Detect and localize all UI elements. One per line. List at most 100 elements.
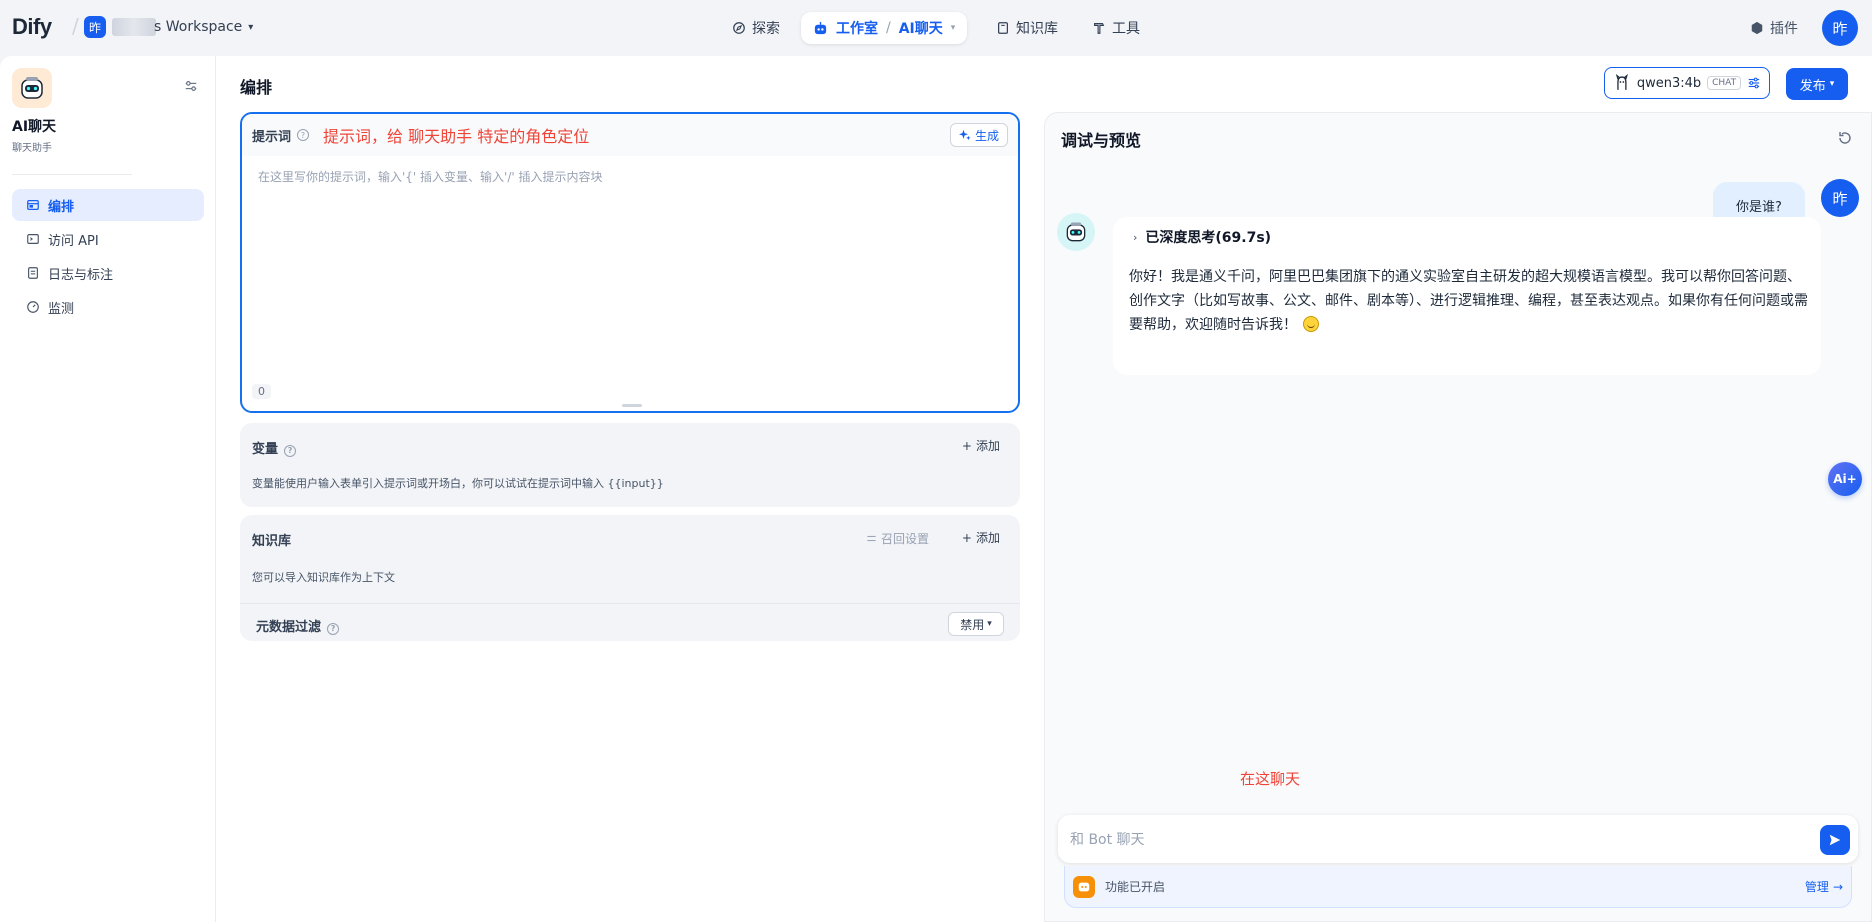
thinking-toggle[interactable]: › 已深度思考(69.7s) — [1133, 227, 1271, 247]
feature-status: 功能已开启 — [1105, 880, 1166, 894]
sidebar-menu: 编排 访问 API 日志与标注 监测 — [12, 189, 204, 325]
top-navigation-bar: Dify / 昨 s Workspace ▾ 探索 工作室 / AI聊天 ▾ 知… — [0, 0, 1872, 56]
help-icon[interactable]: ? — [284, 444, 297, 457]
manage-features-link[interactable]: 管理 → — [1805, 878, 1843, 895]
variables-description: 变量能使用户输入表单引入提示词或开场白，你可以试试在提示词中输入 {{input… — [252, 477, 664, 490]
workspace-name: s Workspace — [154, 19, 243, 35]
nav-tools-label: 工具 — [1112, 21, 1140, 37]
llama-icon — [1615, 74, 1628, 90]
prompt-editor[interactable]: 提示词 ? 提示词，给 聊天助手 特定的角色定位 生成 在这里写你的提示词，输入… — [240, 112, 1020, 413]
prompt-label: 提示词 — [252, 129, 292, 145]
app-name: AI聊天 — [12, 119, 57, 135]
breadcrumb-separator: / — [886, 20, 891, 36]
user-avatar[interactable]: 昨 — [1822, 10, 1858, 46]
chevron-down-icon: ▾ — [987, 619, 992, 629]
robot-icon — [814, 21, 827, 34]
settings-sliders-icon[interactable] — [184, 79, 198, 93]
plus-icon: + — [961, 530, 972, 545]
cube-icon — [1751, 21, 1763, 35]
dify-logo[interactable]: Dify — [12, 14, 52, 40]
resize-handle[interactable] — [622, 404, 642, 407]
workspace-switcher[interactable]: 昨 s Workspace ▾ — [84, 16, 253, 38]
page-title: 编排 — [240, 78, 273, 97]
metadata-filter-value: 禁用 — [960, 617, 985, 632]
add-knowledge-button[interactable]: + 添加 — [962, 529, 1000, 546]
chevron-down-icon: ▾ — [1829, 79, 1835, 89]
prompt-annotation: 提示词，给 聊天助手 特定的角色定位 — [323, 127, 590, 146]
chevron-right-icon: › — [1133, 230, 1138, 244]
variables-title: 变量? — [252, 438, 297, 457]
feature-bar: 功能已开启 管理 → — [1064, 866, 1852, 908]
arrow-right-icon: → — [1832, 879, 1843, 894]
sidebar-item-api[interactable]: 访问 API — [12, 223, 204, 255]
app-type: 聊天助手 — [12, 143, 52, 154]
hammer-icon — [1094, 23, 1105, 34]
send-icon — [1829, 834, 1841, 846]
nav-knowledge-label: 知识库 — [1016, 21, 1058, 37]
help-icon[interactable]: ? — [297, 129, 310, 141]
plugin-button[interactable]: 插件 — [1750, 18, 1798, 38]
publish-button[interactable]: 发布 ▾ — [1786, 68, 1848, 100]
plugin-label: 插件 — [1770, 21, 1798, 37]
workspace-avatar: 昨 — [84, 16, 106, 38]
sidebar-item-label: 日志与标注 — [48, 267, 114, 283]
nav-explore[interactable]: 探索 — [732, 12, 780, 44]
prompt-textarea[interactable]: 在这里写你的提示词，输入'{' 插入变量、输入'/' 插入提示内容块 — [258, 168, 603, 185]
compass-icon — [733, 22, 745, 34]
prompt-header: 提示词 ? 提示词，给 聊天助手 特定的角色定位 生成 — [242, 114, 1018, 156]
ai-assistant-button[interactable]: Ai+ — [1828, 462, 1862, 496]
recall-settings-button[interactable]: 召回设置 — [866, 530, 929, 547]
debug-title: 调试与预览 — [1061, 131, 1142, 150]
metadata-filter-select[interactable]: 禁用 ▾ — [948, 612, 1004, 636]
chat-input[interactable]: 和 Bot 聊天 — [1058, 815, 1858, 863]
knowledge-title: 知识库 — [252, 534, 292, 549]
prompt-char-count: 0 — [252, 384, 271, 399]
send-button[interactable] — [1820, 825, 1850, 855]
book-icon — [998, 22, 1008, 34]
generate-button[interactable]: 生成 — [949, 123, 1008, 147]
main-area: 编排 qwen3:4b CHAT 发布 ▾ 提示词 ? 提示词，给 聊天助手 特… — [216, 56, 1872, 922]
knowledge-panel: 知识库 召回设置 + 添加 您可以导入知识库作为上下文 元数据过滤? 禁用 ▾ — [240, 515, 1020, 641]
variables-panel: 变量? + 添加 变量能使用户输入表单引入提示词或开场白，你可以试试在提示词中输入… — [240, 423, 1020, 507]
knowledge-description: 您可以导入知识库作为上下文 — [252, 571, 395, 584]
chat-input-placeholder: 和 Bot 聊天 — [1070, 832, 1145, 848]
sidebar-item-monitoring[interactable]: 监测 — [12, 291, 204, 323]
divider — [240, 603, 1020, 604]
nav-tools[interactable]: 工具 — [1092, 12, 1140, 44]
model-selector[interactable]: qwen3:4b CHAT — [1604, 67, 1770, 99]
user-avatar: 昨 — [1821, 179, 1859, 217]
layout-icon — [27, 200, 39, 210]
manage-label: 管理 — [1804, 880, 1829, 894]
nav-knowledge[interactable]: 知识库 — [996, 12, 1058, 44]
nav-studio-label[interactable]: 工作室 — [836, 18, 878, 38]
recall-label: 召回设置 — [881, 532, 930, 546]
model-mode-tag: CHAT — [1707, 76, 1742, 90]
nav-app-label[interactable]: AI聊天 — [899, 18, 943, 38]
publish-label: 发布 — [1799, 78, 1826, 94]
nav-studio-pill[interactable]: 工作室 / AI聊天 ▾ — [801, 12, 968, 44]
app-robot-icon[interactable] — [12, 68, 52, 108]
chevron-down-icon: ▾ — [248, 21, 254, 33]
sidebar-item-orchestrate[interactable]: 编排 — [12, 189, 204, 221]
generate-label: 生成 — [974, 128, 999, 143]
terminal-icon — [27, 234, 39, 244]
sidebar-item-logs[interactable]: 日志与标注 — [12, 257, 204, 289]
help-icon[interactable]: ? — [327, 622, 340, 635]
chevron-down-icon[interactable]: ▾ — [951, 23, 956, 33]
model-name: qwen3:4b — [1636, 75, 1702, 91]
bot-message: › 已深度思考(69.7s) 你好！我是通义千问，阿里巴巴集团旗下的通义实验室自… — [1113, 217, 1821, 375]
app-sidebar: AI聊天 聊天助手 编排 访问 API 日志与标注 监测 — [0, 56, 216, 922]
add-label: 添加 — [975, 531, 1000, 545]
add-variable-button[interactable]: + 添加 — [962, 437, 1000, 454]
robot-icon — [1066, 222, 1086, 242]
refresh-icon[interactable] — [1837, 130, 1853, 146]
sidebar-item-label: 访问 API — [48, 233, 99, 249]
sidebar-item-label: 编排 — [48, 199, 75, 215]
nav-explore-label: 探索 — [752, 21, 780, 37]
thinking-label: 已深度思考(69.7s) — [1145, 230, 1272, 246]
document-icon — [28, 267, 38, 279]
settings-sliders-icon — [867, 535, 876, 542]
sparkle-icon — [958, 129, 971, 141]
settings-sliders-icon[interactable] — [1747, 76, 1761, 90]
plus-icon: + — [961, 438, 972, 453]
